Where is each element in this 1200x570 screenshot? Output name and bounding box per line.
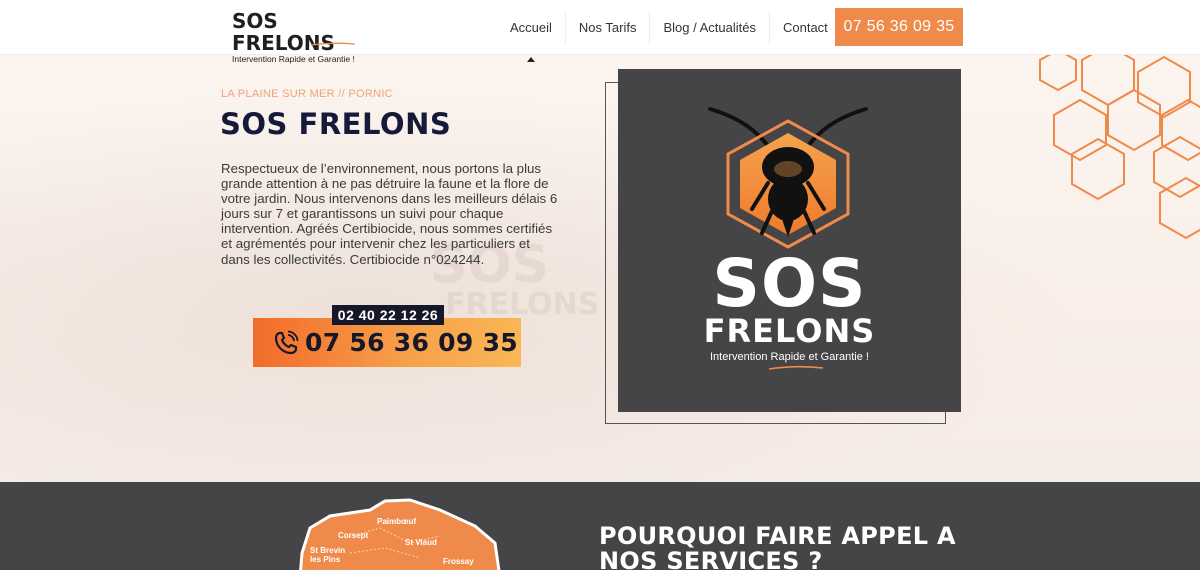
logo-box-line2: FRELONS — [703, 312, 876, 350]
hero-section: SOS FRELONS LA PLAINE SUR MER // PORNIC … — [0, 55, 1200, 482]
logo-box-line1: SOS — [712, 245, 867, 322]
brand-logo-box: SOS FRELONS Intervention Rapide et Garan… — [618, 69, 961, 412]
main-nav: Accueil Nos Tarifs Blog / Actualités Con… — [497, 0, 841, 62]
nav-item-label: Contact — [782, 19, 828, 35]
logo-swoosh-icon — [310, 42, 356, 46]
page-title: SOS FRELONS — [220, 107, 452, 141]
nav-item-accueil[interactable]: Accueil — [497, 10, 566, 62]
nav-item-contact[interactable]: Contact — [770, 11, 841, 45]
nav-item-label: Blog / Actualités — [663, 19, 756, 35]
nav-item-blog[interactable]: Blog / Actualités — [650, 10, 770, 45]
hornet-icon — [726, 119, 850, 249]
nav-item-label: Accueil — [510, 19, 552, 35]
services-section: Paimbœuf Corsept St Viaud St Brevin les … — [0, 482, 1200, 570]
map-label: St Brevin les Pins — [310, 546, 346, 564]
hero-description: Respectueux de l’environnement, nous por… — [221, 161, 558, 267]
site-logo[interactable]: SOS FRELONS Intervention Rapide et Garan… — [232, 10, 382, 64]
honeycomb-decoration-icon — [1039, 55, 1200, 240]
logo-tagline: Intervention Rapide et Garantie ! — [232, 54, 355, 64]
logo-title: SOS FRELONS — [232, 9, 335, 55]
secondary-phone-link[interactable]: 02 40 22 12 26 — [332, 305, 444, 325]
map-label: Paimbœuf — [377, 517, 417, 526]
map-label: Corsept — [338, 531, 369, 540]
nav-item-tarifs[interactable]: Nos Tarifs — [566, 10, 651, 45]
site-header: SOS FRELONS Intervention Rapide et Garan… — [0, 0, 1200, 64]
header-phone-button[interactable]: 07 56 36 09 35 — [835, 8, 963, 46]
phone-icon — [274, 330, 299, 355]
services-title: POURQUOI FAIRE APPEL A NOS SERVICES ? — [599, 522, 956, 570]
primary-phone-number: 07 56 36 09 35 — [305, 328, 518, 357]
hero-kicker: LA PLAINE SUR MER // PORNIC — [221, 88, 393, 100]
background-watermark: FRELONS — [445, 287, 600, 322]
nav-item-label: Nos Tarifs — [578, 19, 637, 35]
active-caret-icon — [526, 56, 535, 62]
logo-box-tagline: Intervention Rapide et Garantie ! — [710, 351, 869, 363]
map-label: Frossay — [443, 557, 474, 566]
primary-phone-button[interactable]: 07 56 36 09 35 — [253, 318, 521, 367]
logo-swoosh-icon — [768, 365, 824, 370]
map-label: St Viaud — [405, 538, 437, 547]
